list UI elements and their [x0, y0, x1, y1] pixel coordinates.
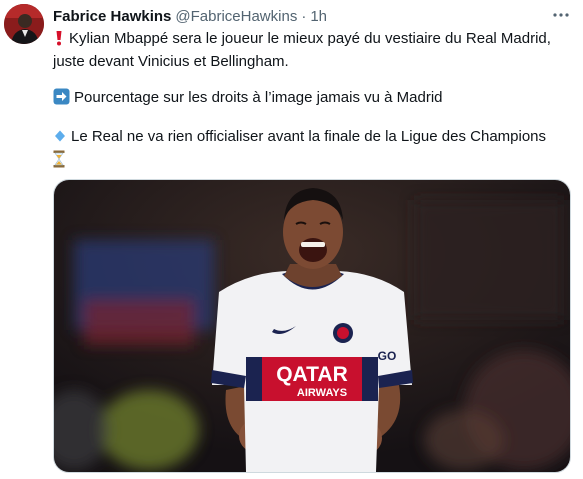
tweet-header: Fabrice Hawkins @FabriceHawkins · 1h	[53, 6, 553, 26]
paragraph-mbappe: Kylian Mbappé sera le joueur le mieux pa…	[53, 29, 573, 72]
paragraph-officialiser: Le Real ne va rien officialiser avant la…	[53, 127, 573, 174]
more-options-button[interactable]	[549, 4, 573, 24]
more-horizontal-icon	[552, 5, 570, 23]
paragraph-droits-image: Pourcentage sur les droits à l’image jam…	[53, 88, 573, 111]
text-line: Le Real ne va rien officialiser avant la…	[53, 127, 573, 150]
text-line	[53, 150, 573, 174]
text-line: juste devant Vinicius et Bellingham.	[53, 53, 289, 70]
heavy-exclamation-mark-icon	[53, 30, 65, 52]
jersey-sleeve-text: GO	[378, 349, 397, 363]
separator-dot: ·	[301, 7, 307, 25]
avatar[interactable]	[4, 4, 44, 44]
small-blue-diamond-icon	[53, 128, 67, 150]
jersey-sponsor-line1: QATAR	[276, 363, 348, 386]
author-handle[interactable]: @FabriceHawkins	[175, 8, 297, 25]
text-line: Kylian Mbappé sera le joueur le mieux pa…	[53, 29, 573, 52]
right-arrow-button-icon	[53, 88, 70, 111]
tweet-photo[interactable]: QATAR AIRWAYS GO	[53, 179, 571, 473]
hourglass-icon	[53, 150, 65, 174]
text-line: Pourcentage sur les droits à l’image jam…	[53, 88, 573, 111]
author-name[interactable]: Fabrice Hawkins	[53, 8, 171, 25]
timestamp[interactable]: 1h	[310, 8, 327, 25]
tweet-card[interactable]: Fabrice Hawkins @FabriceHawkins · 1h Kyl	[0, 0, 583, 479]
tweet-text: Kylian Mbappé sera le joueur le mieux pa…	[53, 29, 573, 174]
jersey-sponsor-line2: AIRWAYS	[297, 387, 347, 399]
